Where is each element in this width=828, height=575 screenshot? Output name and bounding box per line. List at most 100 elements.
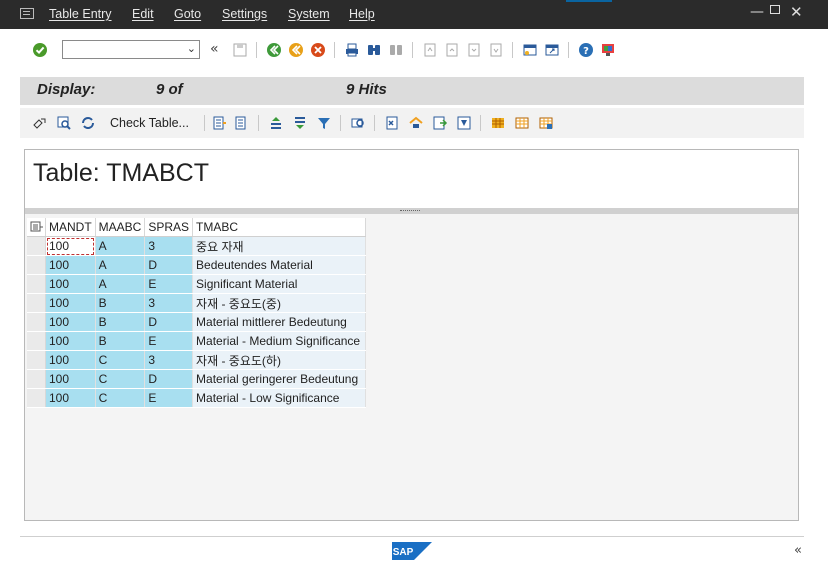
column-header-tmabc[interactable]: TMABC xyxy=(192,218,367,237)
close-icon[interactable]: ✕ xyxy=(790,3,803,21)
row-selector[interactable] xyxy=(27,293,46,313)
table-cell-spras[interactable]: E xyxy=(144,331,194,351)
table-row[interactable]: 100 C E Material - Low Significance xyxy=(27,388,367,408)
table-cell-mandt[interactable]: 100 xyxy=(45,350,96,370)
sort-ascending-icon[interactable] xyxy=(268,115,284,131)
word-processing-icon[interactable] xyxy=(432,115,448,131)
minimize-icon[interactable]: — xyxy=(750,4,764,20)
table-cell-mandt[interactable]: 100 xyxy=(45,369,96,389)
row-selector[interactable] xyxy=(27,388,46,408)
table-row[interactable]: 100 C 3 자재 - 중요도(하) xyxy=(27,350,367,370)
table-row[interactable]: 100 A E Significant Material xyxy=(27,274,367,294)
expand-command-icon[interactable]: « xyxy=(210,41,219,57)
row-selector[interactable] xyxy=(27,331,46,351)
table-cell-maabc[interactable]: A xyxy=(95,236,146,256)
menu-edit[interactable]: Edit xyxy=(132,7,154,21)
table-row[interactable]: 100 B 3 자재 - 중요도(중) xyxy=(27,293,367,313)
table-row[interactable]: 100 A D Bedeutendes Material xyxy=(27,255,367,275)
table-cell-spras[interactable]: D xyxy=(144,255,194,275)
table-row[interactable]: 100 B E Material - Medium Significance xyxy=(27,331,367,351)
column-header-mandt[interactable]: MANDT xyxy=(45,218,96,237)
create-session-icon[interactable] xyxy=(522,42,538,58)
row-selector[interactable] xyxy=(27,312,46,332)
excel-export-icon[interactable] xyxy=(384,115,400,131)
menu-table-entry[interactable]: Table Entry xyxy=(49,7,112,21)
table-cell-spras[interactable]: 3 xyxy=(144,350,194,370)
table-cell-maabc[interactable]: C xyxy=(95,350,146,370)
table-cell-tmabc[interactable]: Significant Material xyxy=(192,274,367,294)
splitter-grip[interactable] xyxy=(400,210,420,213)
table-cell-mandt[interactable]: 100 xyxy=(45,293,96,313)
choose-icon[interactable] xyxy=(212,115,228,131)
table-cell-spras[interactable]: D xyxy=(144,369,194,389)
table-cell-tmabc[interactable]: Material mittlerer Bedeutung xyxy=(192,312,367,332)
table-cell-mandt[interactable]: 100 xyxy=(45,274,96,294)
table-cell-tmabc[interactable]: 중요 자재 xyxy=(192,236,367,256)
table-cell-mandt[interactable]: 100 xyxy=(45,312,96,332)
menu-settings[interactable]: Settings xyxy=(222,7,267,21)
table-cell-tmabc[interactable]: 자재 - 중요도(중) xyxy=(192,293,367,313)
details-icon[interactable] xyxy=(56,115,72,131)
back-icon[interactable] xyxy=(266,42,282,58)
table-row[interactable]: 100 A 3 중요 자재 xyxy=(27,236,367,256)
column-header-maabc[interactable]: MAABC xyxy=(95,218,146,237)
table-cell-maabc[interactable]: A xyxy=(95,255,146,275)
row-selector[interactable] xyxy=(27,274,46,294)
menu-goto[interactable]: Goto xyxy=(174,7,201,21)
cancel-icon[interactable] xyxy=(310,42,326,58)
table-cell-spras[interactable]: 3 xyxy=(144,236,194,256)
table-cell-mandt[interactable]: 100 xyxy=(45,236,96,256)
row-selector[interactable] xyxy=(27,369,46,389)
refresh-icon[interactable] xyxy=(80,115,96,131)
find-icon[interactable] xyxy=(366,42,382,58)
table-cell-maabc[interactable]: A xyxy=(95,274,146,294)
enter-icon[interactable] xyxy=(32,42,48,58)
table-cell-spras[interactable]: E xyxy=(144,274,194,294)
row-selector[interactable] xyxy=(27,236,46,256)
table-cell-tmabc[interactable]: 자재 - 중요도(하) xyxy=(192,350,367,370)
check-table-button[interactable]: Check Table... xyxy=(110,116,189,130)
chevron-down-icon[interactable]: ⌄ xyxy=(187,42,196,55)
collapse-status-icon[interactable]: « xyxy=(794,543,802,558)
layout-icon[interactable] xyxy=(490,115,506,131)
table-cell-spras[interactable]: D xyxy=(144,312,194,332)
menu-help[interactable]: Help xyxy=(349,7,375,21)
table-row[interactable]: 100 B D Material mittlerer Bedeutung xyxy=(27,312,367,332)
choose-layout-icon[interactable] xyxy=(514,115,530,131)
table-cell-maabc[interactable]: B xyxy=(95,331,146,351)
sort-descending-icon[interactable] xyxy=(292,115,308,131)
command-field[interactable]: ⌄ xyxy=(62,40,200,59)
filter-icon[interactable] xyxy=(316,115,332,131)
maximize-icon[interactable] xyxy=(770,5,780,14)
table-cell-maabc[interactable]: C xyxy=(95,369,146,389)
select-all-icon[interactable] xyxy=(27,218,46,237)
table-row[interactable]: 100 C D Material geringerer Bedeutung xyxy=(27,369,367,389)
system-menu-icon[interactable] xyxy=(20,8,34,19)
table-cell-tmabc[interactable]: Material - Low Significance xyxy=(192,388,367,408)
table-cell-tmabc[interactable]: Material geringerer Bedeutung xyxy=(192,369,367,389)
table-cell-mandt[interactable]: 100 xyxy=(45,255,96,275)
local-file-icon[interactable] xyxy=(456,115,472,131)
display-change-icon[interactable] xyxy=(32,115,48,131)
row-selector[interactable] xyxy=(27,255,46,275)
row-selector[interactable] xyxy=(27,350,46,370)
table-cell-tmabc[interactable]: Bedeutendes Material xyxy=(192,255,367,275)
print-preview-icon[interactable] xyxy=(350,115,366,131)
table-cell-tmabc[interactable]: Material - Medium Significance xyxy=(192,331,367,351)
table-cell-maabc[interactable]: C xyxy=(95,388,146,408)
table-cell-maabc[interactable]: B xyxy=(95,293,146,313)
exit-icon[interactable] xyxy=(288,42,304,58)
customize-layout-icon[interactable] xyxy=(600,42,616,58)
shortcut-icon[interactable] xyxy=(544,42,560,58)
print-icon[interactable] xyxy=(344,42,360,58)
help-icon[interactable]: ? xyxy=(578,42,594,58)
table-cell-spras[interactable]: E xyxy=(144,388,194,408)
column-header-spras[interactable]: SPRAS xyxy=(144,218,194,237)
table-cell-maabc[interactable]: B xyxy=(95,312,146,332)
table-cell-mandt[interactable]: 100 xyxy=(45,388,96,408)
menu-system[interactable]: System xyxy=(288,7,330,21)
table-cell-spras[interactable]: 3 xyxy=(144,293,194,313)
table-cell-mandt[interactable]: 100 xyxy=(45,331,96,351)
change-layout-icon[interactable] xyxy=(538,115,554,131)
save-list-icon[interactable] xyxy=(234,115,250,131)
